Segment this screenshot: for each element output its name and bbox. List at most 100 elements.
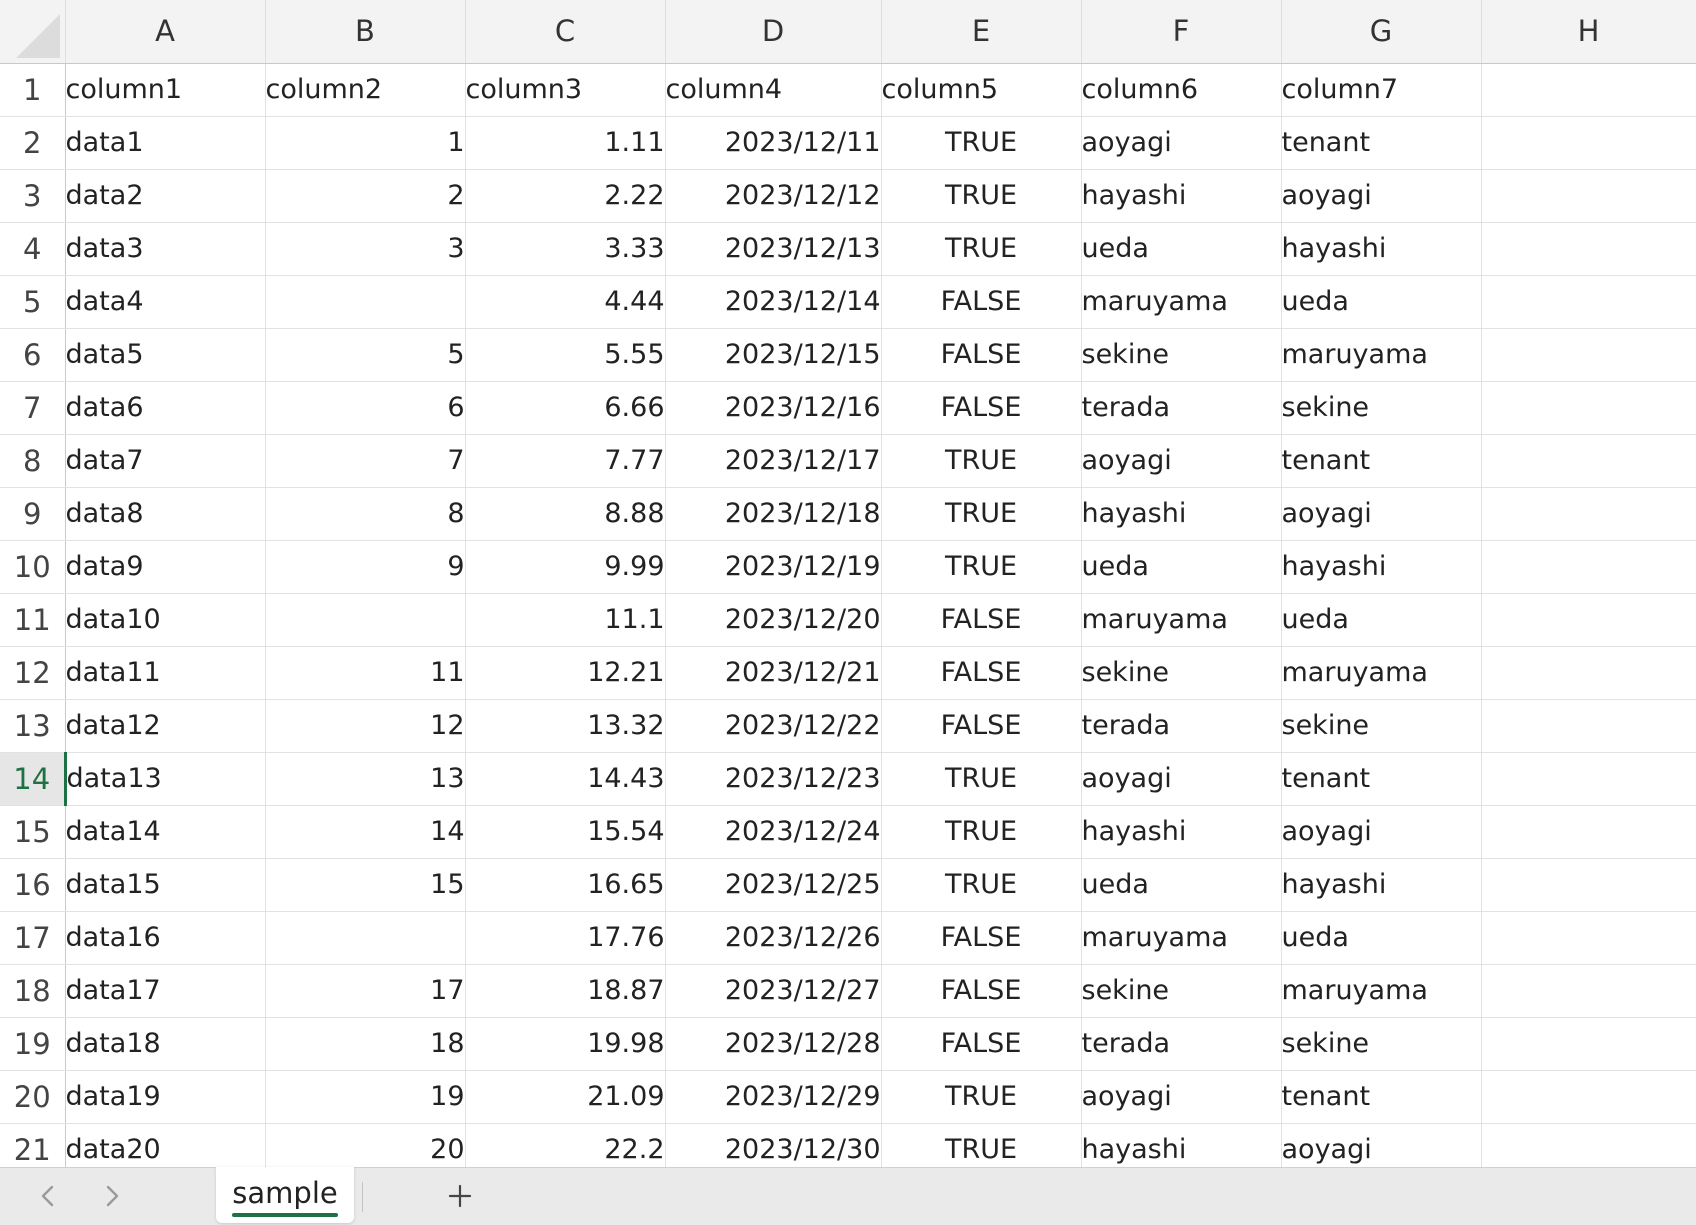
cell-d9[interactable]: 2023/12/18 (665, 487, 882, 541)
cell-b21[interactable]: 20 (265, 1123, 466, 1167)
cell-h4[interactable] (1481, 222, 1696, 276)
cell-a8[interactable]: data7 (65, 434, 266, 488)
cell-b19[interactable]: 18 (265, 1017, 466, 1071)
cell-c9[interactable]: 8.88 (465, 487, 666, 541)
cell-e21[interactable]: TRUE (881, 1123, 1082, 1167)
cell-b12[interactable]: 11 (265, 646, 466, 700)
cell-c16[interactable]: 16.65 (465, 858, 666, 912)
cell-h9[interactable] (1481, 487, 1696, 541)
row-header-8[interactable]: 8 (0, 434, 66, 488)
cell-g4[interactable]: hayashi (1281, 222, 1482, 276)
cell-f20[interactable]: aoyagi (1081, 1070, 1282, 1124)
row-header-17[interactable]: 17 (0, 911, 66, 965)
cell-g2[interactable]: tenant (1281, 116, 1482, 170)
cell-g5[interactable]: ueda (1281, 275, 1482, 329)
cell-b11[interactable] (265, 593, 466, 647)
row-header-6[interactable]: 6 (0, 328, 66, 382)
column-header-b[interactable]: B (265, 0, 466, 64)
cell-e2[interactable]: TRUE (881, 116, 1082, 170)
cell-c14[interactable]: 14.43 (465, 752, 666, 806)
cell-d17[interactable]: 2023/12/26 (665, 911, 882, 965)
cell-a16[interactable]: data15 (65, 858, 266, 912)
row-header-21[interactable]: 21 (0, 1123, 66, 1167)
row-header-16[interactable]: 16 (0, 858, 66, 912)
cell-g1[interactable]: column7 (1281, 63, 1482, 117)
cell-e10[interactable]: TRUE (881, 540, 1082, 594)
cell-g15[interactable]: aoyagi (1281, 805, 1482, 859)
cell-d8[interactable]: 2023/12/17 (665, 434, 882, 488)
cell-d1[interactable]: column4 (665, 63, 882, 117)
cell-f19[interactable]: terada (1081, 1017, 1282, 1071)
cell-e6[interactable]: FALSE (881, 328, 1082, 382)
cell-b5[interactable] (265, 275, 466, 329)
cell-g13[interactable]: sekine (1281, 699, 1482, 753)
cell-e18[interactable]: FALSE (881, 964, 1082, 1018)
cell-c21[interactable]: 22.2 (465, 1123, 666, 1167)
cell-d20[interactable]: 2023/12/29 (665, 1070, 882, 1124)
cell-g14[interactable]: tenant (1281, 752, 1482, 806)
cell-g20[interactable]: tenant (1281, 1070, 1482, 1124)
cell-f7[interactable]: terada (1081, 381, 1282, 435)
cell-a15[interactable]: data14 (65, 805, 266, 859)
cell-e7[interactable]: FALSE (881, 381, 1082, 435)
cell-f5[interactable]: maruyama (1081, 275, 1282, 329)
column-header-h[interactable]: H (1481, 0, 1696, 64)
cell-b2[interactable]: 1 (265, 116, 466, 170)
cell-c6[interactable]: 5.55 (465, 328, 666, 382)
cell-f1[interactable]: column6 (1081, 63, 1282, 117)
cell-c11[interactable]: 11.1 (465, 593, 666, 647)
cell-d12[interactable]: 2023/12/21 (665, 646, 882, 700)
cell-e12[interactable]: FALSE (881, 646, 1082, 700)
row-header-4[interactable]: 4 (0, 222, 66, 276)
cell-g12[interactable]: maruyama (1281, 646, 1482, 700)
cell-a12[interactable]: data11 (65, 646, 266, 700)
cell-a7[interactable]: data6 (65, 381, 266, 435)
cell-a18[interactable]: data17 (65, 964, 266, 1018)
cell-f13[interactable]: terada (1081, 699, 1282, 753)
cell-b8[interactable]: 7 (265, 434, 466, 488)
cell-c2[interactable]: 1.11 (465, 116, 666, 170)
cell-d13[interactable]: 2023/12/22 (665, 699, 882, 753)
cell-d18[interactable]: 2023/12/27 (665, 964, 882, 1018)
cell-g16[interactable]: hayashi (1281, 858, 1482, 912)
cell-e20[interactable]: TRUE (881, 1070, 1082, 1124)
cell-a3[interactable]: data2 (65, 169, 266, 223)
cell-a14[interactable]: data13 (65, 752, 266, 806)
cell-a17[interactable]: data16 (65, 911, 266, 965)
cell-h20[interactable] (1481, 1070, 1696, 1124)
cell-f10[interactable]: ueda (1081, 540, 1282, 594)
cell-c8[interactable]: 7.77 (465, 434, 666, 488)
cell-a1[interactable]: column1 (65, 63, 266, 117)
cell-e14[interactable]: TRUE (881, 752, 1082, 806)
cell-e8[interactable]: TRUE (881, 434, 1082, 488)
cell-e3[interactable]: TRUE (881, 169, 1082, 223)
row-header-3[interactable]: 3 (0, 169, 66, 223)
cell-g11[interactable]: ueda (1281, 593, 1482, 647)
cell-e5[interactable]: FALSE (881, 275, 1082, 329)
row-header-12[interactable]: 12 (0, 646, 66, 700)
cell-h8[interactable] (1481, 434, 1696, 488)
cell-g21[interactable]: aoyagi (1281, 1123, 1482, 1167)
cell-b4[interactable]: 3 (265, 222, 466, 276)
cell-d21[interactable]: 2023/12/30 (665, 1123, 882, 1167)
cell-e17[interactable]: FALSE (881, 911, 1082, 965)
cell-g7[interactable]: sekine (1281, 381, 1482, 435)
cell-f9[interactable]: hayashi (1081, 487, 1282, 541)
cell-f18[interactable]: sekine (1081, 964, 1282, 1018)
cell-b1[interactable]: column2 (265, 63, 466, 117)
cell-h13[interactable] (1481, 699, 1696, 753)
column-header-f[interactable]: F (1081, 0, 1282, 64)
cell-e19[interactable]: FALSE (881, 1017, 1082, 1071)
cell-c17[interactable]: 17.76 (465, 911, 666, 965)
cell-a6[interactable]: data5 (65, 328, 266, 382)
cell-h7[interactable] (1481, 381, 1696, 435)
cell-c18[interactable]: 18.87 (465, 964, 666, 1018)
cell-c10[interactable]: 9.99 (465, 540, 666, 594)
cell-a13[interactable]: data12 (65, 699, 266, 753)
cell-a21[interactable]: data20 (65, 1123, 266, 1167)
cell-b10[interactable]: 9 (265, 540, 466, 594)
cell-a10[interactable]: data9 (65, 540, 266, 594)
row-header-18[interactable]: 18 (0, 964, 66, 1018)
cell-g3[interactable]: aoyagi (1281, 169, 1482, 223)
cell-h19[interactable] (1481, 1017, 1696, 1071)
